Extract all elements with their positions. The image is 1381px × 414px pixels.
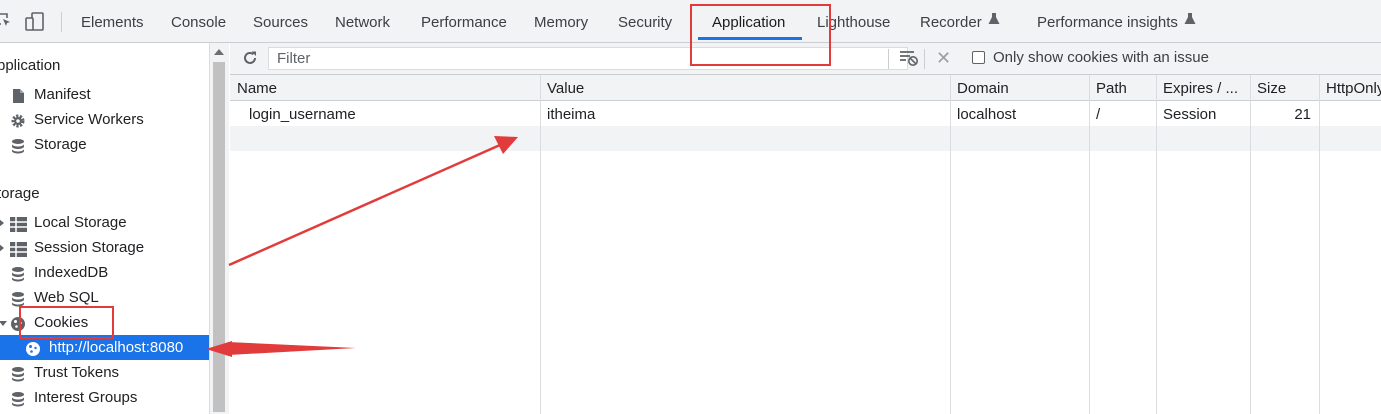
annotation-arrow-to-localhost xyxy=(228,342,356,355)
annotation-arrow-to-value xyxy=(228,143,501,267)
annotation-arrows xyxy=(206,136,518,357)
